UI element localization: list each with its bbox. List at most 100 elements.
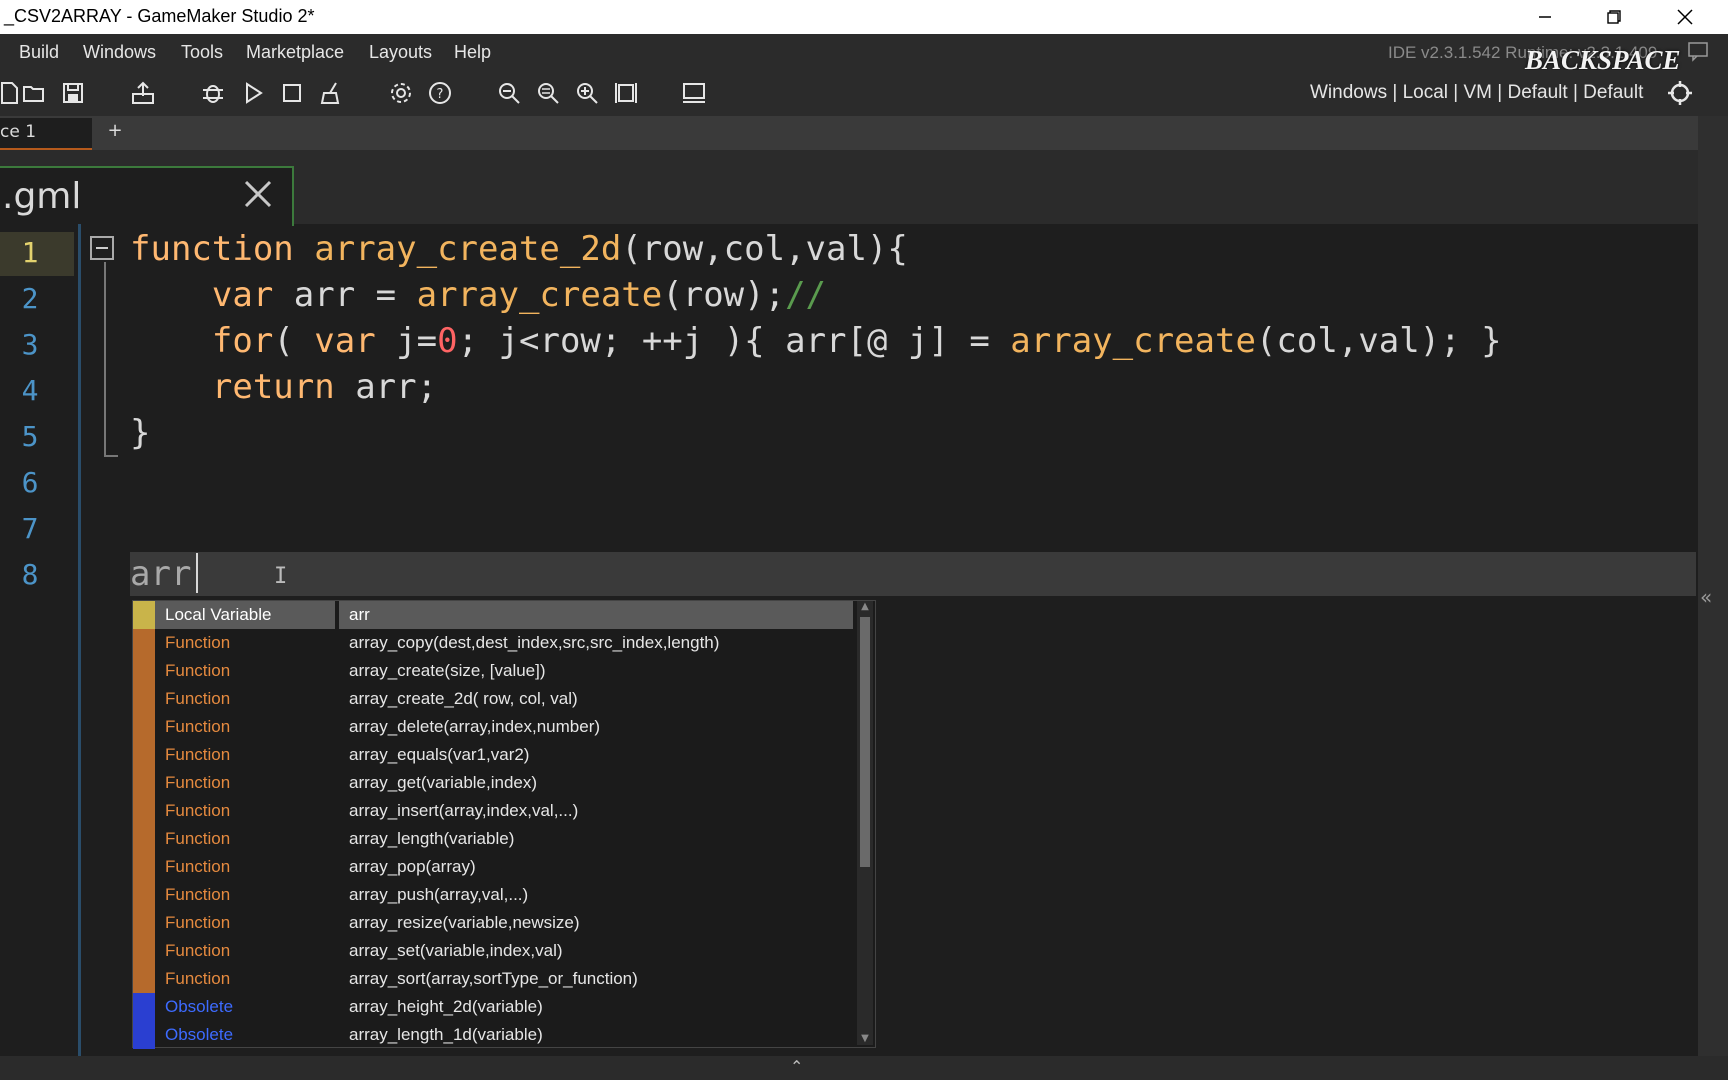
zoom-out-button[interactable] (494, 78, 524, 108)
autocomplete-item[interactable]: Function array_create(size, [value]) (133, 657, 853, 685)
menu-layouts[interactable]: Layouts (369, 42, 432, 63)
fold-toggle[interactable] (90, 236, 114, 260)
autocomplete-item[interactable]: Function array_length(variable) (133, 825, 853, 853)
line-number: 5 (21, 420, 39, 453)
target-button[interactable] (1665, 78, 1695, 108)
stop-button[interactable] (277, 78, 307, 108)
line-number: 7 (21, 512, 39, 545)
target-selector[interactable]: Windows | Local | VM | Default | Default (1310, 82, 1643, 104)
add-workspace-button[interactable]: + (100, 120, 130, 146)
autocomplete-item[interactable]: Function array_create_2d( row, col, val) (133, 685, 853, 713)
scroll-down-icon[interactable]: ▼ (859, 1033, 871, 1045)
play-icon (246, 82, 263, 104)
autocomplete-item[interactable]: Function array_resize(variable,newsize) (133, 909, 853, 937)
autocomplete-item[interactable]: Function array_push(array,val,...) (133, 881, 853, 909)
autocomplete-item-signature: array_height_2d(variable) (349, 997, 543, 1016)
kind-swatch (133, 769, 155, 797)
kind-swatch (133, 1021, 155, 1049)
kind-swatch (133, 601, 155, 629)
device-button[interactable] (679, 78, 709, 108)
code-line-2: var arr = array_create(row);// (211, 275, 827, 315)
settings-gear-icon (391, 83, 411, 103)
kind-swatch (133, 797, 155, 825)
autocomplete-item-type: Function (165, 829, 231, 848)
save-button[interactable] (58, 78, 88, 108)
open-folder-icon (23, 86, 44, 102)
restore-icon (1607, 10, 1621, 24)
line-number: 8 (21, 558, 39, 591)
autocomplete-item-signature: array_create_2d( row, col, val) (349, 689, 578, 708)
scrollbar-thumb[interactable] (860, 617, 870, 867)
autocomplete-item[interactable]: Obsolete array_height_2d(variable) (133, 993, 853, 1021)
restore-button[interactable] (1584, 0, 1644, 34)
autocomplete-item[interactable]: Function array_get(variable,index) (133, 769, 853, 797)
workspace-tab[interactable]: ce 1 (0, 118, 92, 150)
autocomplete-item[interactable]: Function array_pop(array) (133, 853, 853, 881)
close-tab-button[interactable] (238, 174, 278, 214)
autocomplete-item-signature: array_set(variable,index,val) (349, 941, 563, 960)
run-button[interactable] (238, 78, 268, 108)
menu-windows[interactable]: Windows (83, 42, 156, 63)
autocomplete-item-type: Obsolete (165, 1025, 234, 1044)
target-icon (1668, 81, 1692, 105)
file-tab[interactable]: .gml (0, 166, 294, 226)
menu-tools[interactable]: Tools (181, 42, 223, 63)
notifications-icon[interactable] (1686, 40, 1710, 66)
autocomplete-item[interactable]: Function array_equals(var1,var2) (133, 741, 853, 769)
toolbar: ? Windows | Local | VM | Default | Defau… (0, 70, 1728, 116)
autocomplete-item-signature: array_length_1d(variable) (349, 1025, 543, 1044)
stop-icon (283, 84, 301, 102)
menu-marketplace[interactable]: Marketplace (246, 42, 344, 63)
autocomplete-item-type: Function (165, 941, 231, 960)
autocomplete-item-signature: array_resize(variable,newsize) (349, 913, 580, 932)
open-button[interactable] (19, 78, 49, 108)
autocomplete-item[interactable]: Function array_insert(array,index,val,...… (133, 797, 853, 825)
autocomplete-item-type: Function (165, 969, 231, 988)
help-button[interactable]: ? (425, 78, 455, 108)
autocomplete-item[interactable]: Function array_delete(array,index,number) (133, 713, 853, 741)
autocomplete-item[interactable]: Obsolete array_length_1d(variable) (133, 1021, 853, 1049)
minimize-button[interactable] (1515, 0, 1575, 34)
debug-button[interactable] (198, 78, 228, 108)
zoom-in-icon (577, 83, 598, 104)
autocomplete-item-signature: array_copy(dest,dest_index,src,src_index… (349, 633, 720, 652)
autocomplete-item-signature: array_equals(var1,var2) (349, 745, 530, 764)
kind-swatch (133, 685, 155, 713)
autocomplete-item[interactable]: Function array_copy(dest,dest_index,src,s… (133, 629, 853, 657)
game-options-button[interactable] (386, 78, 416, 108)
window-title: _CSV2ARRAY - GameMaker Studio 2* (4, 6, 315, 26)
status-bar: ⌃ (0, 1056, 1728, 1080)
menu-bar: Build Windows Tools Marketplace Layouts … (0, 34, 1728, 70)
zoom-reset-button[interactable] (533, 78, 563, 108)
autocomplete-scrollbar[interactable]: ▲ ▼ (857, 601, 873, 1045)
autocomplete-item-type: Function (165, 717, 231, 736)
autocomplete-item-signature: array_delete(array,index,number) (349, 717, 601, 736)
clean-button[interactable] (316, 78, 346, 108)
autocomplete-item[interactable]: Local Variable arr (133, 601, 853, 629)
autocomplete-item-signature: array_length(variable) (349, 829, 515, 848)
autocomplete-popup[interactable]: ▲ ▼ Local Variable arr Function array_copy(… (132, 600, 876, 1049)
menu-help[interactable]: Help (454, 42, 491, 63)
menu-build[interactable]: Build (19, 42, 59, 63)
gutter-divider (78, 224, 81, 1056)
save-icon (63, 83, 83, 103)
line-number: 4 (21, 374, 39, 407)
autocomplete-item-type: Function (165, 857, 231, 876)
file-tab-label: .gml (2, 176, 82, 217)
zoom-in-button[interactable] (572, 78, 602, 108)
debug-icon (203, 85, 223, 103)
fit-button[interactable] (611, 78, 641, 108)
collapse-panel-icon[interactable]: « (1700, 585, 1712, 609)
close-window-button[interactable] (1655, 0, 1715, 34)
workspace-tab-bar: ce 1 + (0, 116, 1698, 150)
autocomplete-item[interactable]: Function array_set(variable,index,val) (133, 937, 853, 965)
autocomplete-item-signature: array_pop(array) (349, 857, 476, 876)
kind-swatch (133, 741, 155, 769)
kind-swatch (133, 825, 155, 853)
expand-output-icon[interactable]: ⌃ (790, 1057, 803, 1076)
autocomplete-item-type: Function (165, 801, 231, 820)
autocomplete-item[interactable]: Function array_sort(array,sortType_or_fun… (133, 965, 853, 993)
export-button[interactable] (128, 78, 158, 108)
scroll-up-icon[interactable]: ▲ (859, 601, 871, 613)
autocomplete-item-type: Function (165, 773, 231, 792)
